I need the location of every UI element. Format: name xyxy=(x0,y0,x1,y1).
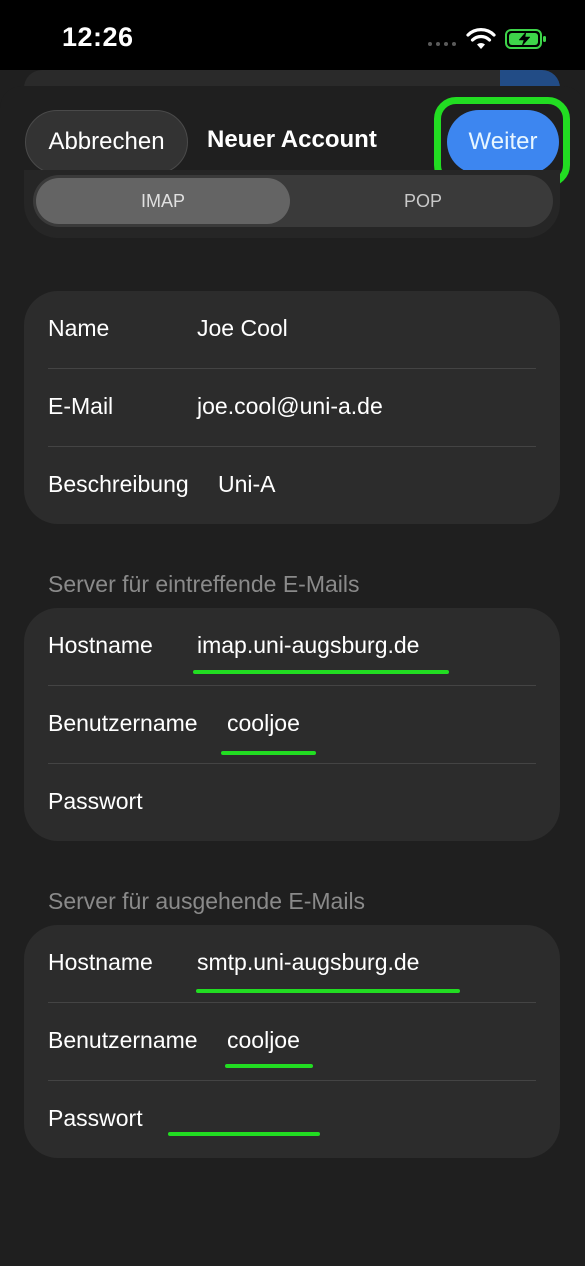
outgoing-server-group: Hostname smtp.uni-augsburg.de Benutzerna… xyxy=(24,925,560,1158)
account-group: Name Joe Cool E-Mail joe.cool@uni-a.de B… xyxy=(24,291,560,524)
description-field[interactable]: Uni-A xyxy=(218,471,276,498)
incoming-password-label: Passwort xyxy=(48,788,143,814)
segment-imap[interactable]: IMAP xyxy=(36,178,290,224)
annotation-underline-incoming-username xyxy=(221,751,316,755)
annotation-underline-outgoing-username xyxy=(225,1064,313,1068)
outgoing-password-row[interactable]: Passwort xyxy=(24,1081,560,1158)
outgoing-section-header: Server für ausgehende E-Mails xyxy=(48,888,366,914)
outgoing-username-label: Benutzername xyxy=(48,1027,198,1053)
outgoing-hostname-field[interactable]: smtp.uni-augsburg.de xyxy=(197,949,419,976)
wifi-icon xyxy=(466,28,496,49)
incoming-password-row[interactable]: Passwort xyxy=(24,764,560,841)
description-label: Beschreibung xyxy=(48,471,189,497)
incoming-hostname-row[interactable]: Hostname imap.uni-augsburg.de xyxy=(24,608,560,686)
email-field[interactable]: joe.cool@uni-a.de xyxy=(197,393,383,420)
incoming-hostname-field[interactable]: imap.uni-augsburg.de xyxy=(197,632,419,659)
incoming-section-header: Server für eintreffende E-Mails xyxy=(48,571,360,597)
segment-pop[interactable]: POP xyxy=(293,175,553,227)
outgoing-hostname-label: Hostname xyxy=(48,949,153,975)
name-field[interactable]: Joe Cool xyxy=(197,315,288,342)
description-row[interactable]: Beschreibung Uni-A xyxy=(24,447,560,524)
name-label: Name xyxy=(48,315,110,341)
annotation-underline-incoming-hostname xyxy=(193,670,449,674)
name-row[interactable]: Name Joe Cool xyxy=(24,291,560,369)
outgoing-password-label: Passwort xyxy=(48,1105,143,1131)
incoming-username-field[interactable]: cooljoe xyxy=(227,710,300,737)
cancel-button[interactable]: Abbrechen xyxy=(25,110,188,174)
incoming-server-group: Hostname imap.uni-augsburg.de Benutzerna… xyxy=(24,608,560,841)
annotation-underline-outgoing-password xyxy=(168,1132,320,1136)
next-button[interactable]: Weiter xyxy=(447,110,559,174)
cellular-signal-icon xyxy=(428,42,458,48)
email-row[interactable]: E-Mail joe.cool@uni-a.de xyxy=(24,369,560,447)
protocol-segmented-control: IMAP POP xyxy=(33,175,553,227)
email-label: E-Mail xyxy=(48,393,114,419)
incoming-hostname-label: Hostname xyxy=(48,632,153,658)
annotation-underline-outgoing-hostname xyxy=(196,989,460,993)
battery-charging-icon xyxy=(505,29,546,49)
incoming-username-label: Benutzername xyxy=(48,710,198,736)
page-title: Neuer Account xyxy=(207,126,377,153)
outgoing-username-row[interactable]: Benutzername cooljoe xyxy=(24,1003,560,1081)
outgoing-username-field[interactable]: cooljoe xyxy=(227,1027,300,1054)
status-time: 12:26 xyxy=(62,22,134,52)
status-bar: 12:26 xyxy=(0,0,585,70)
